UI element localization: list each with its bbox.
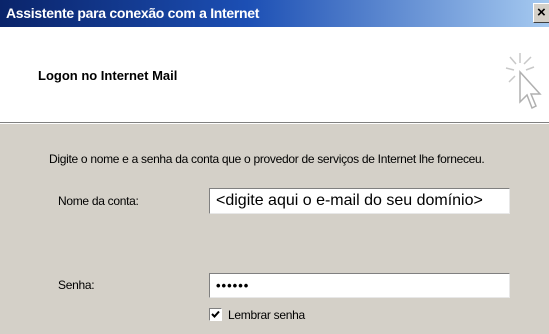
password-input[interactable]: [209, 273, 510, 298]
close-icon: ×: [537, 4, 546, 21]
page-title: Logon no Internet Mail: [38, 68, 178, 83]
title-bar[interactable]: Assistente para conexão com a Internet ×: [0, 0, 549, 27]
remember-password-label[interactable]: Lembrar senha: [228, 308, 305, 322]
window-title: Assistente para conexão com a Internet: [6, 5, 260, 21]
wizard-cursor-icon: [505, 53, 542, 110]
password-label: Senha:: [58, 278, 95, 292]
account-name-label: Nome da conta:: [58, 194, 139, 208]
wizard-header: Logon no Internet Mail: [0, 27, 549, 122]
checkmark-icon: [211, 310, 220, 318]
header-separator-highlight: [0, 123, 549, 124]
close-button[interactable]: ×: [533, 3, 549, 23]
instruction-text: Digite o nome e a senha da conta que o p…: [49, 152, 485, 166]
remember-password-checkbox[interactable]: [209, 308, 222, 321]
wizard-dialog: Assistente para conexão com a Internet ×…: [0, 0, 549, 334]
account-name-input[interactable]: [209, 188, 510, 214]
